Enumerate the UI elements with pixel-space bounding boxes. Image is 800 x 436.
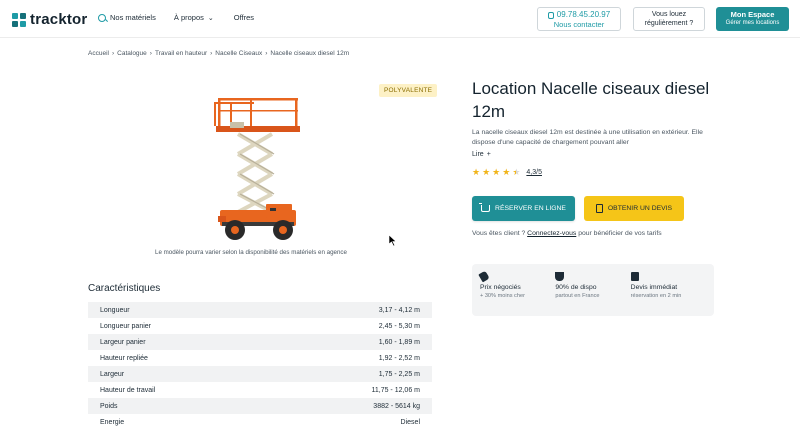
- feature-title: 90% de dispo: [555, 284, 597, 291]
- read-more-label: Lire: [472, 151, 484, 158]
- feature-sub: réservation en 2 min: [630, 293, 682, 299]
- calendar-icon: [630, 272, 639, 281]
- phone-sub: Nous contacter: [553, 20, 605, 29]
- trophy-icon: [555, 272, 565, 281]
- regular-line2: régulièrement ?: [644, 20, 694, 27]
- table-row: Poids 3882 - 5614 kg: [88, 398, 432, 414]
- nav-offres[interactable]: Offres: [234, 13, 254, 22]
- search-icon: [98, 13, 106, 22]
- breadcrumb-separator: ›: [149, 50, 152, 57]
- login-link[interactable]: Connectez-vous: [527, 230, 576, 237]
- product-image: [214, 98, 300, 240]
- row-value: 2,45 - 5,30 m: [378, 322, 420, 330]
- row-label: Energie: [100, 418, 125, 426]
- breadcrumb-item[interactable]: Accueil: [88, 50, 109, 57]
- table-row: Hauteur de travail 11,75 - 12,06 m: [88, 382, 432, 398]
- table-row: Energie Diesel: [88, 414, 432, 430]
- characteristics-table: Longueur 3,17 - 4,12 m Longueur panier 2,4…: [88, 302, 432, 430]
- row-label: Largeur: [100, 370, 125, 378]
- regular-line1: Vous louez: [651, 11, 687, 18]
- table-row: Longueur panier 2,45 - 5,30 m: [88, 318, 432, 334]
- row-value: 3,17 - 4,12 m: [378, 306, 420, 314]
- star-icon: ★: [492, 167, 501, 177]
- feature-title: Prix négociés: [480, 284, 521, 291]
- logo-mark-icon: [12, 12, 26, 27]
- star-icon: ★: [472, 167, 481, 177]
- row-label: Largeur panier: [100, 338, 146, 346]
- feature-sub: + 30% moins cher: [480, 293, 525, 299]
- star-icon: ★: [482, 167, 491, 177]
- phone-icon: [547, 11, 554, 19]
- row-value: Diesel: [400, 418, 420, 426]
- cart-icon: [479, 203, 491, 212]
- mouse-cursor-icon: [389, 235, 397, 246]
- row-label: Longueur: [100, 306, 130, 314]
- logo[interactable]: tracktor: [12, 11, 87, 28]
- row-label: Poids: [100, 402, 118, 410]
- regular-rental-button[interactable]: Vous louez régulièrement ?: [633, 7, 705, 31]
- site-header: tracktor Nos matériels À propos ⌄ Offres…: [0, 0, 800, 38]
- characteristics-title: Caractéristiques: [88, 283, 161, 294]
- nav-nos-materiels[interactable]: Nos matériels: [98, 13, 156, 22]
- rating-value-link[interactable]: 4,3/5: [526, 169, 542, 176]
- table-row: Hauteur repliée 1,92 - 2,52 m: [88, 350, 432, 366]
- reserve-label: RÉSERVER EN LIGNE: [495, 205, 566, 212]
- feature-item: 90% de dispo partout en France: [555, 272, 630, 308]
- table-row: Largeur 1,75 - 2,25 m: [88, 366, 432, 382]
- nav-label: Nos matériels: [110, 13, 156, 22]
- main-nav: Nos matériels À propos ⌄ Offres: [98, 13, 254, 22]
- nav-label: Offres: [233, 13, 255, 22]
- row-value: 11,75 - 12,06 m: [371, 386, 420, 394]
- read-more-link[interactable]: Lire +: [472, 151, 491, 158]
- row-value: 1,75 - 2,25 m: [378, 370, 420, 378]
- breadcrumb-separator: ›: [265, 50, 268, 57]
- breadcrumb-item[interactable]: Nacelle Ciseaux: [215, 50, 262, 57]
- breadcrumb-separator: ›: [210, 50, 213, 57]
- client-login-line: Vous êtes client ? Connectez-vous pour b…: [472, 230, 662, 237]
- breadcrumb-item[interactable]: Catalogue: [117, 50, 147, 57]
- product-description: La nacelle ciseaux diesel 12m est destin…: [472, 129, 703, 146]
- reserve-online-button[interactable]: RÉSERVER EN LIGNE: [472, 196, 575, 221]
- breadcrumb-current: Nacelle ciseaux diesel 12m: [270, 50, 350, 57]
- product-rating: ★ ★ ★ ★ ★ 4,3/5: [472, 168, 542, 177]
- nav-a-propos[interactable]: À propos ⌄: [174, 13, 214, 22]
- breadcrumb: Accueil › Catalogue › Travail en hauteur › …: [88, 50, 349, 57]
- row-value: 1,92 - 2,52 m: [378, 354, 420, 362]
- row-label: Hauteur repliée: [100, 354, 148, 362]
- espace-line1: Mon Espace: [730, 10, 775, 19]
- devis-label: OBTENIR UN DEVIS: [607, 205, 673, 212]
- contact-phone-button[interactable]: 09.78.45.20.97 Nous contacter: [537, 7, 621, 31]
- feature-title: Devis immédiat: [630, 284, 678, 291]
- nav-label: À propos: [173, 13, 204, 22]
- chevron-down-icon: ⌄: [207, 14, 214, 22]
- get-quote-button[interactable]: OBTENIR UN DEVIS: [584, 196, 684, 221]
- row-label: Longueur panier: [100, 322, 151, 330]
- star-icon: ★: [502, 167, 511, 177]
- plus-icon: +: [486, 151, 491, 158]
- star-half-icon: ★: [512, 167, 521, 177]
- phone-number-row: 09.78.45.20.97: [538, 10, 620, 20]
- phone-number: 09.78.45.20.97: [556, 10, 611, 19]
- client-prefix: Vous êtes client ?: [472, 230, 526, 237]
- feature-item: Devis immédiat réservation en 2 min: [630, 272, 706, 308]
- logo-text: tracktor: [30, 11, 88, 28]
- tag-icon: [478, 270, 490, 283]
- client-suffix: pour bénéficier de vos tarifs: [578, 230, 662, 237]
- breadcrumb-item[interactable]: Travail en hauteur: [155, 50, 207, 57]
- mon-espace-button[interactable]: Mon Espace Gérer mes locations: [716, 7, 789, 31]
- product-title: Location Nacelle ciseaux diesel 12m: [472, 79, 710, 121]
- breadcrumb-separator: ›: [111, 50, 115, 57]
- feature-sub: partout en France: [555, 293, 600, 299]
- row-value: 1,60 - 1,89 m: [378, 338, 420, 346]
- features-panel: Prix négociés + 30% moins cher 90% de di…: [472, 264, 714, 316]
- table-row: Largeur panier 1,60 - 1,89 m: [88, 334, 432, 350]
- table-row: Longueur 3,17 - 4,12 m: [88, 302, 432, 318]
- row-value: 3882 - 5614 kg: [373, 402, 420, 410]
- row-label: Hauteur de travail: [100, 386, 156, 394]
- image-caption: Le modèle pourra varier selon la disponi…: [155, 249, 347, 256]
- product-badge: POLYVALENTE: [379, 84, 438, 97]
- espace-line2: Gérer mes locations: [725, 20, 780, 26]
- feature-item: Prix négociés + 30% moins cher: [478, 270, 555, 308]
- document-icon: [595, 204, 603, 213]
